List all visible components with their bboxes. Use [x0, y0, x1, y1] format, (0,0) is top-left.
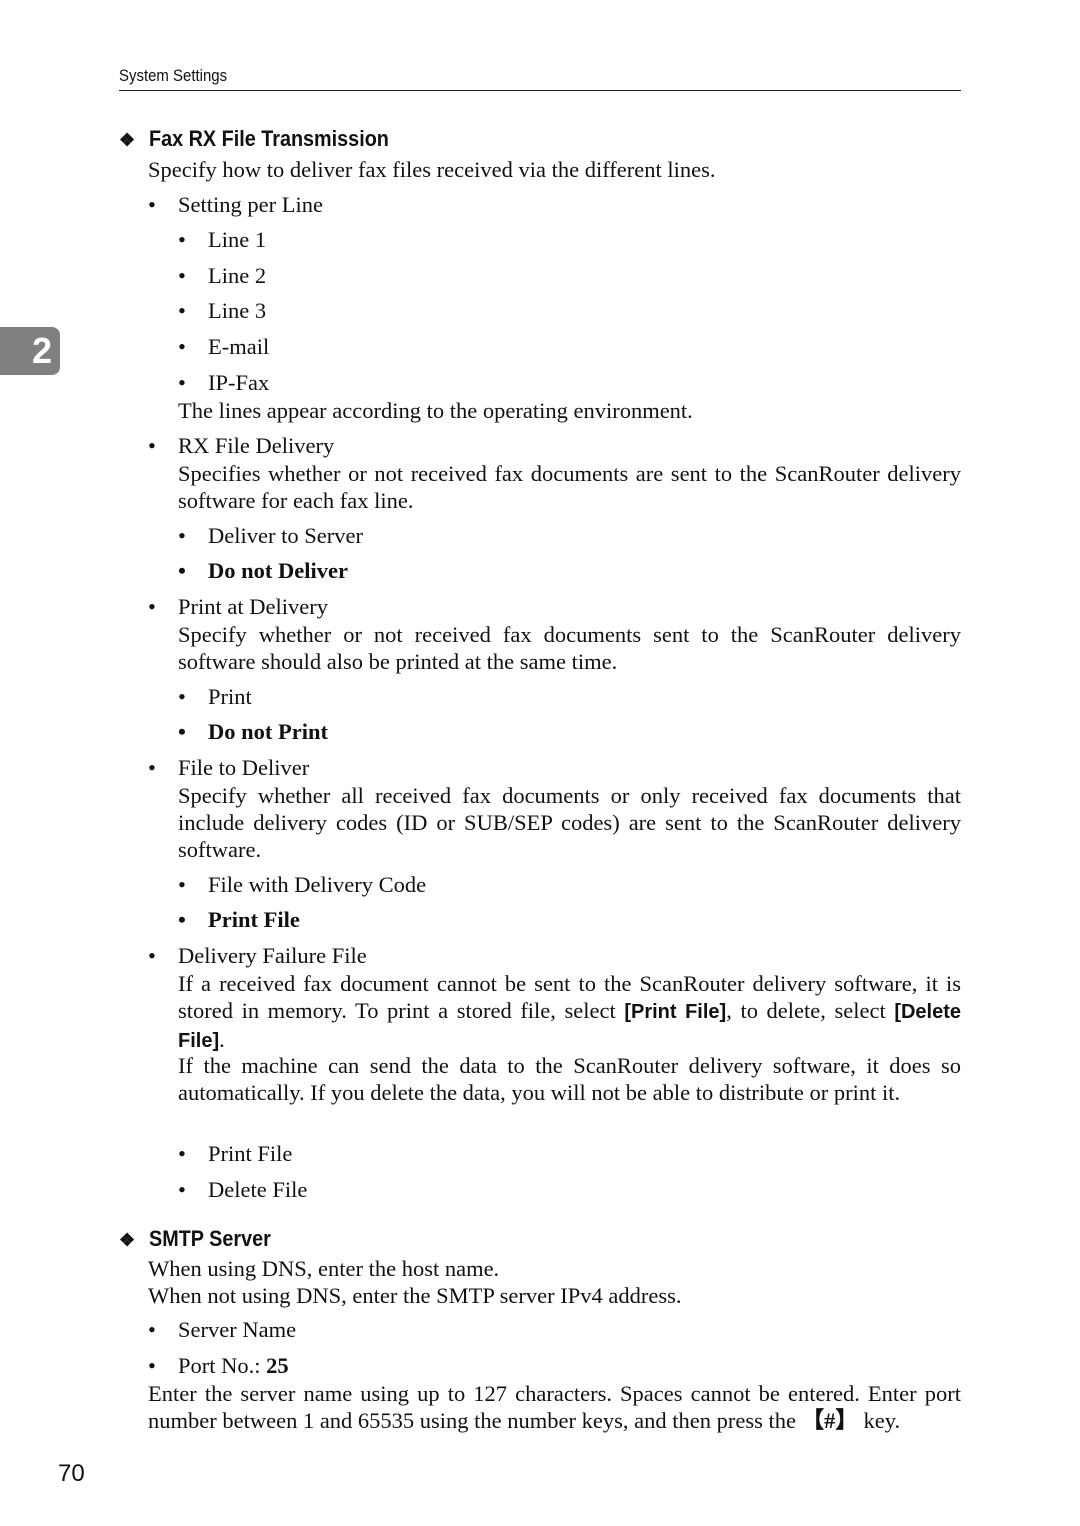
chapter-tab: 2	[0, 327, 60, 375]
default-option: Do not Print	[178, 719, 328, 745]
page-number: 70	[58, 1460, 85, 1487]
list-item: Delete File	[178, 1177, 307, 1203]
text: Port No.:	[178, 1353, 267, 1378]
heading-text: SMTP Server	[149, 1226, 271, 1251]
section-heading-smtp: ❖ SMTP Server	[119, 1226, 284, 1252]
list-item: Port No.: 25	[148, 1353, 289, 1379]
default-value: 25	[266, 1353, 289, 1378]
list-item: Print	[178, 684, 252, 710]
text: key.	[857, 1408, 901, 1433]
list-item: Delivery Failure File	[148, 943, 367, 969]
list-item: Setting per Line	[148, 192, 323, 218]
list-item: Line 1	[178, 227, 266, 253]
list-item: Line 2	[178, 263, 266, 289]
section-heading-fax: ❖ Fax RX File Transmission	[119, 126, 416, 152]
description: If a received fax document cannot be sen…	[178, 970, 961, 1055]
key-label: [Print File]	[624, 1001, 727, 1023]
list-item: E-mail	[178, 334, 269, 360]
text: .	[219, 1027, 225, 1052]
text: , to delete, select	[726, 998, 895, 1023]
fax-intro: Specify how to deliver fax files receive…	[148, 157, 716, 182]
description: If the machine can send the data to the …	[178, 1053, 961, 1105]
list-item: Server Name	[148, 1317, 296, 1343]
list-item: Line 3	[178, 298, 266, 324]
description: Specifies whether or not received fax do…	[178, 461, 961, 513]
hash-key-icon: 【#】	[801, 1408, 858, 1433]
description: Enter the server name using up to 127 ch…	[148, 1380, 961, 1434]
header-text: System Settings	[119, 66, 228, 85]
list-item: File to Deliver	[148, 755, 309, 781]
description: Specify whether all received fax documen…	[178, 783, 961, 862]
default-option: Print File	[178, 907, 300, 933]
default-option: Do not Deliver	[178, 558, 348, 584]
list-item: Print File	[178, 1141, 293, 1167]
list-item: File with Delivery Code	[178, 872, 426, 898]
diamond-bullet-icon: ❖	[119, 1230, 136, 1250]
running-header: System Settings	[119, 64, 961, 91]
note: The lines appear according to the operat…	[178, 398, 693, 423]
heading-text: Fax RX File Transmission	[149, 126, 389, 151]
list-item: RX File Delivery	[148, 433, 334, 459]
description: When using DNS, enter the host name.	[148, 1256, 500, 1281]
list-item: Print at Delivery	[148, 594, 328, 620]
description: Specify whether or not received fax docu…	[178, 622, 961, 674]
description: When not using DNS, enter the SMTP serve…	[148, 1283, 682, 1308]
diamond-bullet-icon: ❖	[119, 130, 136, 150]
list-item: IP-Fax	[178, 370, 269, 396]
chapter-number: 2	[31, 330, 52, 371]
list-item: Deliver to Server	[178, 523, 363, 549]
